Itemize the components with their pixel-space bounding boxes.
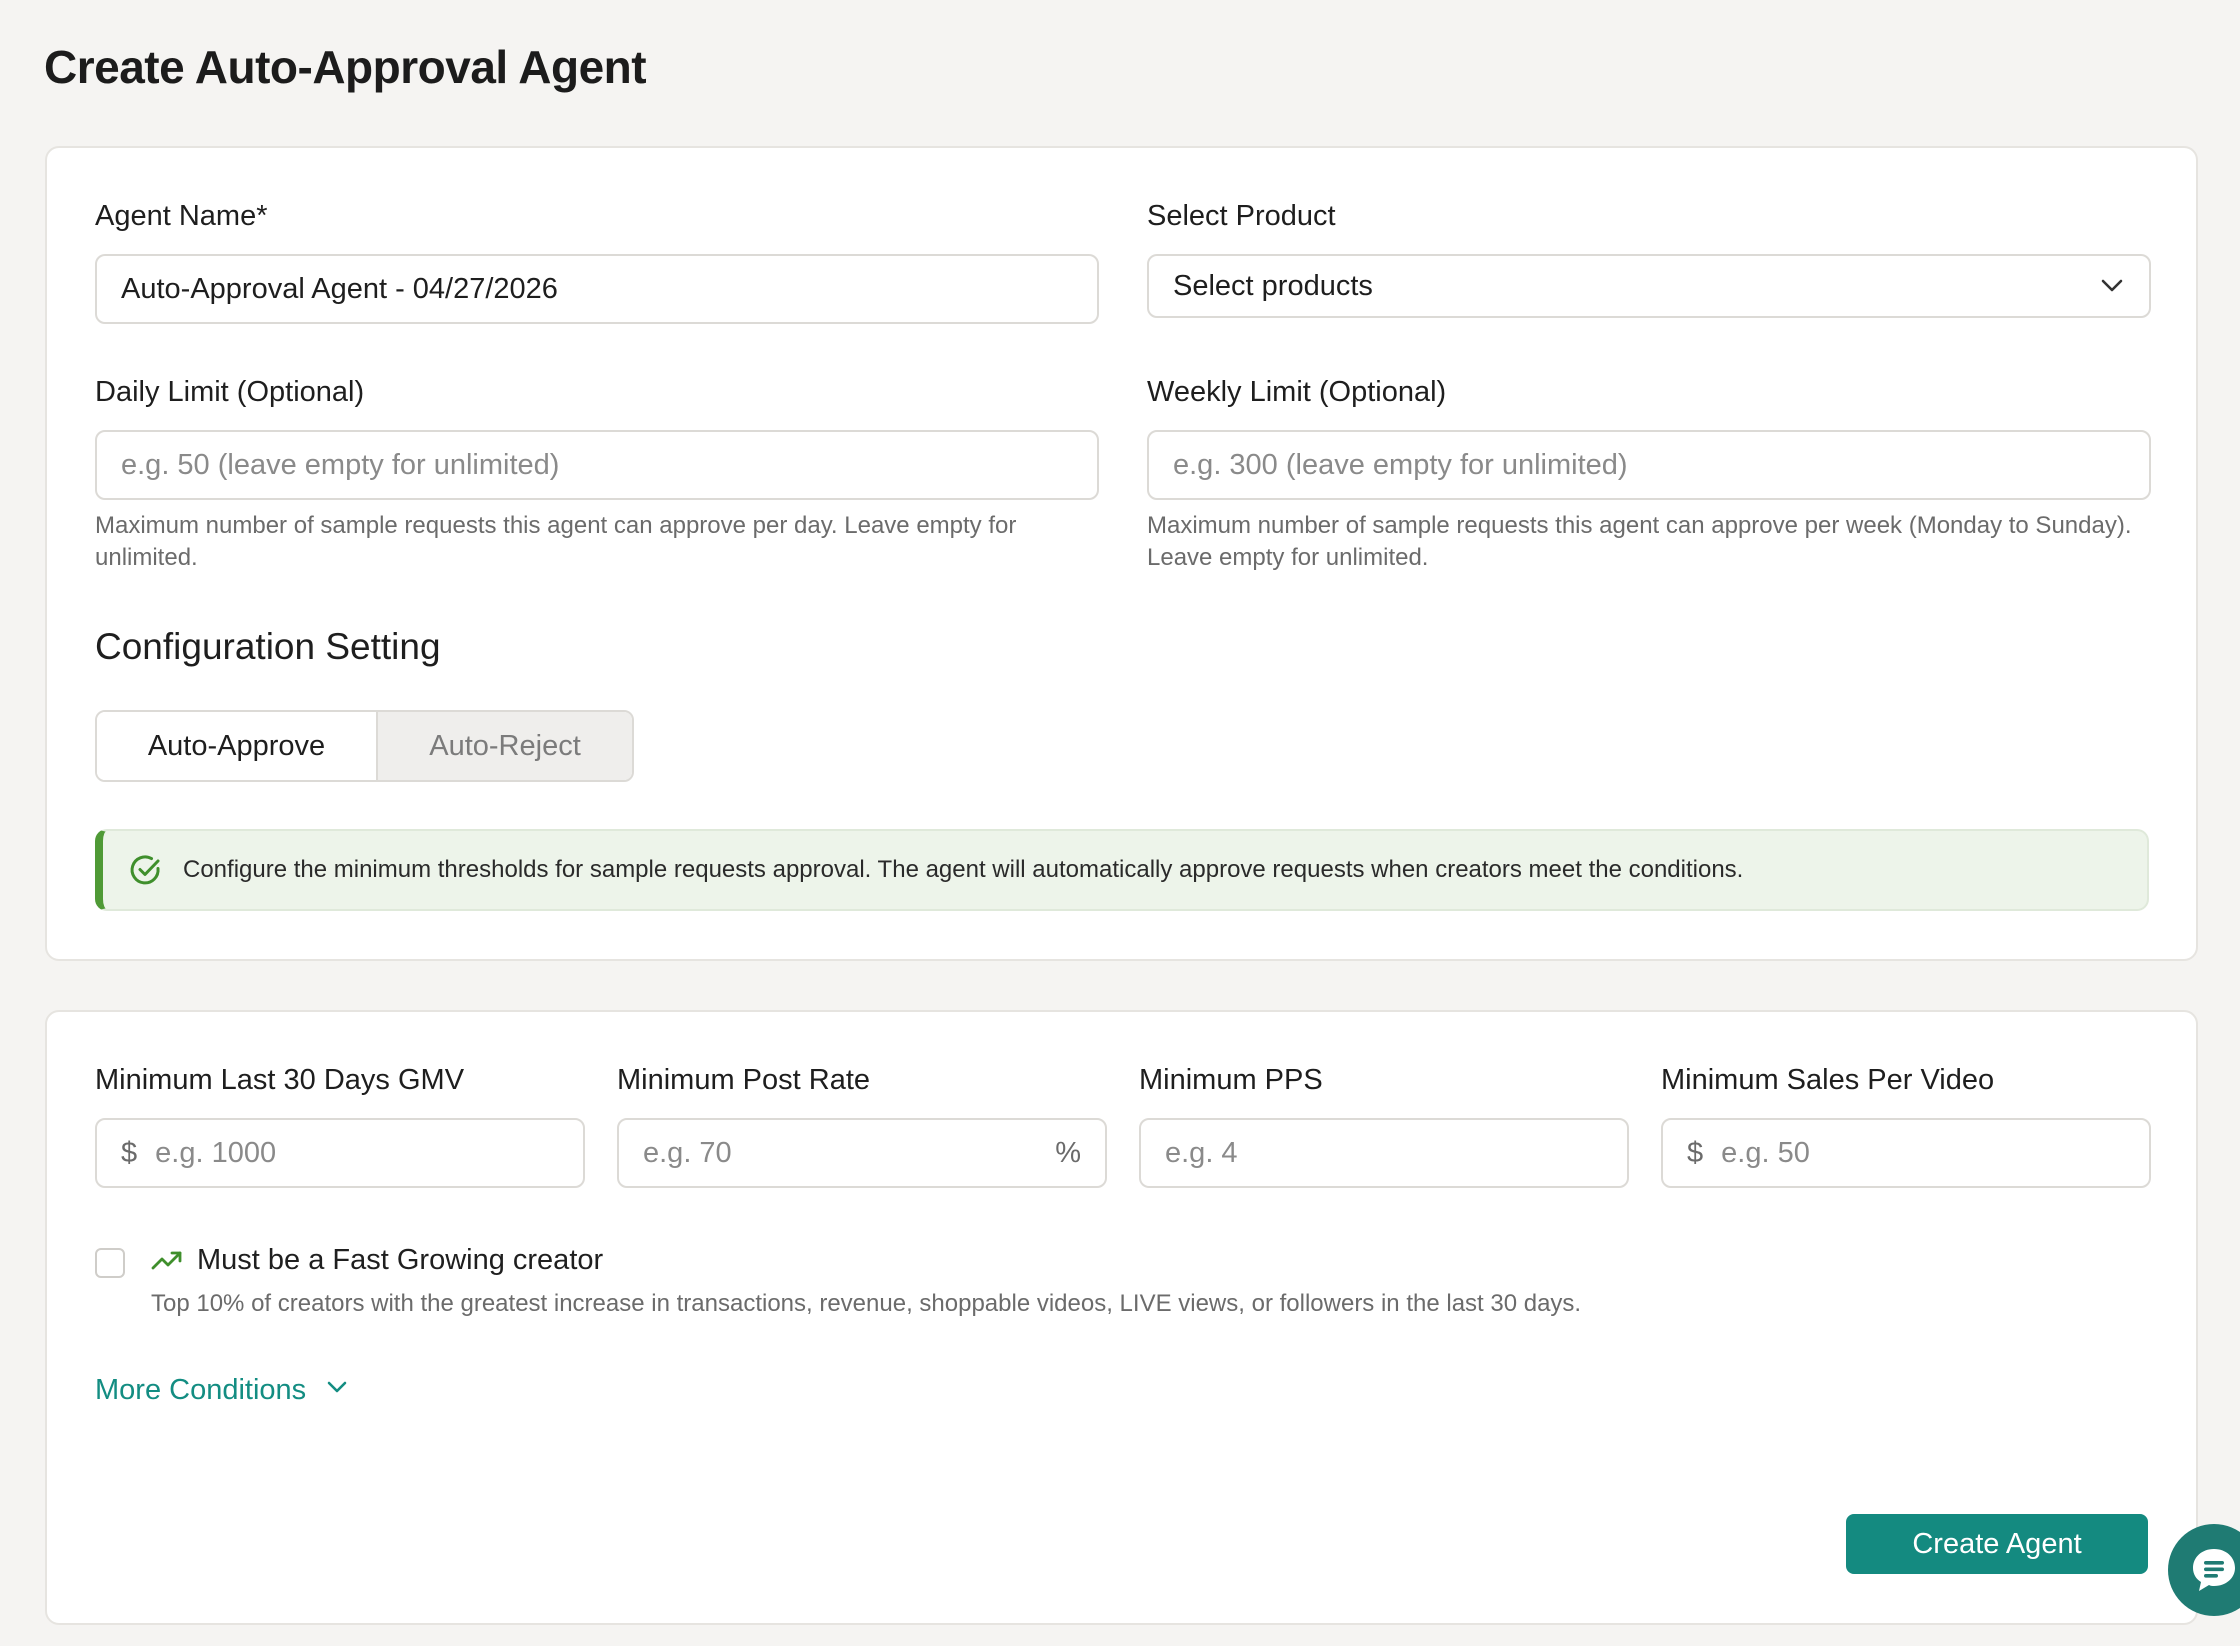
sales-per-video-placeholder: e.g. 50: [1721, 1136, 1810, 1169]
gmv-placeholder: e.g. 1000: [155, 1136, 277, 1169]
dollar-prefix: $: [1687, 1136, 1704, 1169]
post-rate-input[interactable]: e.g. 70 %: [617, 1118, 1107, 1188]
info-text: Configure the minimum thresholds for sam…: [183, 856, 1744, 883]
pps-input[interactable]: e.g. 4: [1139, 1118, 1629, 1188]
auto-reject-tab[interactable]: Auto-Reject: [378, 712, 632, 780]
weekly-limit-input[interactable]: e.g. 300 (leave empty for unlimited): [1147, 430, 2151, 500]
weekly-limit-label: Weekly Limit (Optional): [1147, 376, 1447, 408]
trending-up-icon: [151, 1250, 183, 1272]
fast-growing-title: Must be a Fast Growing creator: [151, 1244, 603, 1277]
daily-limit-help: Maximum number of sample requests this a…: [95, 512, 1017, 571]
weekly-limit-help: Maximum number of sample requests this a…: [1147, 512, 2132, 571]
page-title: Create Auto-Approval Agent: [44, 41, 647, 93]
percent-suffix: %: [1055, 1136, 1081, 1169]
check-circle-icon: [129, 853, 163, 887]
fast-growing-label: Must be a Fast Growing creator: [197, 1244, 604, 1276]
create-agent-button[interactable]: Create Agent: [1846, 1514, 2148, 1574]
post-rate-label: Minimum Post Rate: [617, 1064, 871, 1096]
dollar-prefix: $: [121, 1136, 138, 1169]
configuration-title: Configuration Setting: [95, 626, 441, 667]
sales-per-video-input[interactable]: $ e.g. 50: [1661, 1118, 2151, 1188]
fast-growing-description: Top 10% of creators with the greatest in…: [151, 1290, 1582, 1317]
gmv-label: Minimum Last 30 Days GMV: [95, 1064, 465, 1096]
create-agent-page: Create Auto-Approval Agent Agent Name* A…: [0, 0, 2240, 1646]
pps-placeholder: e.g. 4: [1165, 1136, 1238, 1169]
info-banner: Configure the minimum thresholds for sam…: [95, 829, 2149, 911]
daily-limit-label: Daily Limit (Optional): [95, 376, 365, 408]
agent-name-input[interactable]: Auto-Approval Agent - 04/27/2026: [95, 254, 1099, 324]
weekly-limit-placeholder: e.g. 300 (leave empty for unlimited): [1173, 448, 1628, 481]
gmv-input[interactable]: $ e.g. 1000: [95, 1118, 585, 1188]
daily-limit-input[interactable]: e.g. 50 (leave empty for unlimited): [95, 430, 1099, 500]
mode-toggle: Auto-Approve Auto-Reject: [95, 710, 634, 782]
select-product-value: Select products: [1173, 269, 1373, 302]
chevron-down-icon: [2099, 273, 2125, 299]
agent-settings-card: Agent Name* Auto-Approval Agent - 04/27/…: [45, 146, 2198, 961]
chat-icon: [2187, 1543, 2240, 1597]
more-conditions-toggle[interactable]: More Conditions: [95, 1374, 348, 1407]
auto-approve-tab[interactable]: Auto-Approve: [97, 712, 378, 780]
chevron-down-icon: [326, 1380, 348, 1402]
fast-growing-checkbox[interactable]: [95, 1248, 125, 1278]
post-rate-placeholder: e.g. 70: [643, 1136, 732, 1169]
agent-name-value: Auto-Approval Agent - 04/27/2026: [121, 272, 558, 305]
daily-limit-placeholder: e.g. 50 (leave empty for unlimited): [121, 448, 560, 481]
select-product-dropdown[interactable]: Select products: [1147, 254, 2151, 318]
agent-name-label: Agent Name*: [95, 200, 268, 232]
sales-per-video-label: Minimum Sales Per Video: [1661, 1064, 1995, 1096]
more-conditions-label: More Conditions: [95, 1374, 307, 1406]
select-product-label: Select Product: [1147, 200, 1336, 232]
pps-label: Minimum PPS: [1139, 1064, 1323, 1096]
